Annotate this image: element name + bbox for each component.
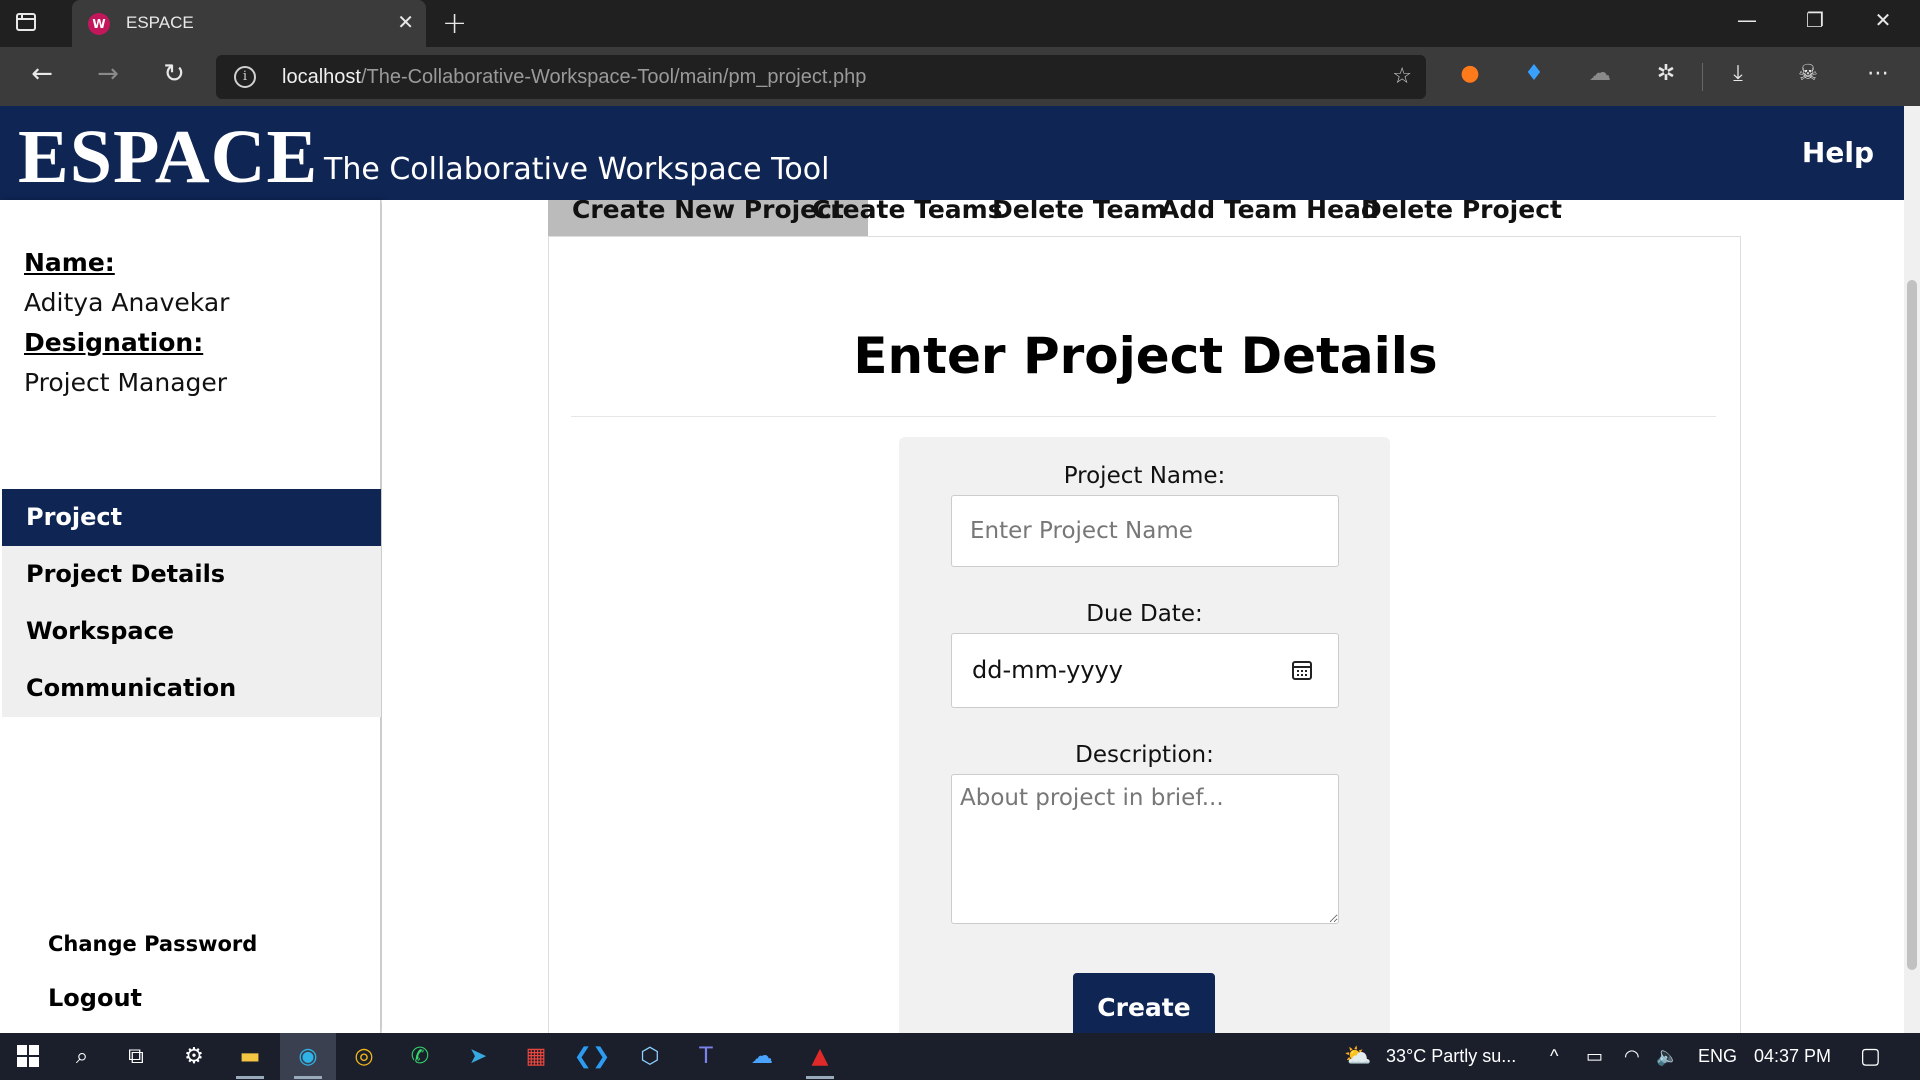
windows-start-icon[interactable]: [0, 1033, 56, 1080]
brand-logo[interactable]: ESPACE: [18, 114, 318, 201]
page-scrollbar[interactable]: [1904, 106, 1920, 1033]
name-label: Name:: [24, 248, 115, 277]
extensions-icon[interactable]: ✲: [1650, 61, 1682, 86]
tray-overflow-icon[interactable]: ^: [1550, 1046, 1558, 1067]
toolbar-separator: [1702, 63, 1703, 91]
project-form: Project Name: Due Date: dd-mm-yyyy Descr…: [899, 437, 1390, 1033]
duckduckgo-extension-icon[interactable]: ●: [1454, 61, 1486, 86]
back-icon[interactable]: ←: [22, 59, 62, 89]
pdf-reader-icon[interactable]: ▲: [792, 1033, 848, 1080]
change-password-link[interactable]: Change Password: [48, 932, 257, 956]
downloads-icon[interactable]: ⤓: [1722, 61, 1754, 86]
sidebar: Name: Aditya Anavekar Designation: Proje…: [0, 200, 381, 1033]
settings-gear-icon[interactable]: ⚙: [166, 1033, 222, 1080]
heading-divider: [571, 416, 1716, 417]
url-path: /The-Collaborative-Workspace-Tool/main/p…: [360, 66, 867, 88]
browser-tabstrip: W ESPACE ✕ + — ❐ ✕: [0, 0, 1920, 47]
new-tab-icon[interactable]: +: [442, 6, 467, 41]
calendar-icon[interactable]: [1290, 658, 1314, 682]
tab-actions-icon[interactable]: [14, 10, 54, 38]
tab-title: ESPACE: [126, 13, 194, 32]
url-host: localhost: [282, 66, 361, 88]
teams-icon[interactable]: T: [678, 1033, 734, 1080]
browser-tab[interactable]: W ESPACE ✕: [72, 0, 426, 47]
reload-icon[interactable]: ↻: [154, 59, 194, 89]
minimize-icon[interactable]: —: [1724, 8, 1770, 32]
window-close-icon[interactable]: ✕: [1860, 8, 1906, 32]
edge-browser-icon[interactable]: ◉: [280, 1033, 336, 1080]
file-explorer-icon[interactable]: ▬: [222, 1033, 278, 1080]
due-date-input[interactable]: dd-mm-yyyy: [951, 633, 1339, 708]
url-text[interactable]: localhost/The-Collaborative-Workspace-To…: [282, 66, 866, 89]
battery-icon[interactable]: ▭: [1586, 1046, 1603, 1067]
weather-icon[interactable]: ⛅: [1330, 1033, 1386, 1080]
add-favorite-icon[interactable]: ☆: [1392, 64, 1412, 89]
sidebar-item-communication[interactable]: Communication: [2, 660, 381, 717]
address-bar[interactable]: i localhost/The-Collaborative-Workspace-…: [216, 55, 1426, 99]
cloud-app-icon[interactable]: ☁: [734, 1033, 790, 1080]
tab-favicon-icon: W: [88, 13, 110, 35]
create-button[interactable]: Create: [1073, 973, 1215, 1033]
whatsapp-icon[interactable]: ✆: [392, 1033, 448, 1080]
task-view-icon[interactable]: ⧉: [108, 1033, 164, 1080]
search-icon[interactable]: ⌕: [54, 1033, 110, 1080]
weather-text[interactable]: 33°C Partly su...: [1386, 1046, 1516, 1067]
notifications-icon[interactable]: ▢: [1860, 1043, 1881, 1069]
store-icon[interactable]: ▦: [508, 1033, 564, 1080]
vscode-icon[interactable]: ❮❯: [564, 1033, 620, 1080]
logout-link[interactable]: Logout: [48, 984, 142, 1012]
sidebar-item-project[interactable]: Project: [2, 489, 381, 546]
designation-value: Project Manager: [24, 368, 228, 397]
page-title: Enter Project Details: [853, 327, 1438, 385]
scrollbar-thumb[interactable]: [1907, 280, 1917, 970]
app-header: ESPACE The Collaborative Workspace Tool …: [0, 106, 1904, 200]
tab-close-icon[interactable]: ✕: [397, 10, 414, 34]
project-panel: Enter Project Details Project Name: Due …: [548, 236, 1741, 1033]
restore-icon[interactable]: ❐: [1792, 8, 1838, 32]
volume-icon[interactable]: 🔈: [1656, 1046, 1678, 1067]
brand-tagline: The Collaborative Workspace Tool: [324, 152, 830, 187]
name-value: Aditya Anavekar: [24, 288, 230, 317]
wifi-icon[interactable]: ◠: [1624, 1046, 1640, 1067]
browser-toolbar: ← → ↻ i localhost/The-Collaborative-Work…: [0, 47, 1920, 106]
taskbar: ⌕ ⧉ ⚙ ▬ ◉ ◎ ✆ ➤ ▦ ❮❯ ⬡ T ☁ ▲ ⛅ 33°C Part…: [0, 1033, 1920, 1080]
help-link[interactable]: Help: [1802, 136, 1874, 169]
language-indicator[interactable]: ENG: [1698, 1046, 1737, 1067]
cloud-extension-icon[interactable]: ☁: [1584, 61, 1616, 86]
due-date-label: Due Date:: [1086, 601, 1203, 627]
main-content: Enter Project Details Project Name: Due …: [382, 200, 1904, 1033]
virtualbox-icon[interactable]: ⬡: [622, 1033, 678, 1080]
designation-label: Designation:: [24, 328, 204, 357]
profile-avatar-icon[interactable]: ☠: [1792, 61, 1824, 86]
description-textarea[interactable]: [951, 774, 1339, 924]
project-name-input[interactable]: [951, 495, 1339, 567]
sidebar-item-project-details[interactable]: Project Details: [2, 546, 381, 603]
more-menu-icon[interactable]: ⋯: [1862, 61, 1894, 86]
description-label: Description:: [1075, 742, 1214, 768]
sidebar-item-workspace[interactable]: Workspace: [2, 603, 381, 660]
tab-delete-project[interactable]: Delete Project: [1337, 200, 1586, 236]
shield-extension-icon[interactable]: ♦: [1518, 61, 1550, 86]
forward-icon[interactable]: →: [88, 59, 128, 89]
due-date-placeholder: dd-mm-yyyy: [972, 656, 1123, 684]
project-name-label: Project Name:: [1063, 463, 1226, 489]
clock[interactable]: 04:37 PM: [1754, 1046, 1831, 1067]
sidebar-menu: Project Project Details Workspace Commun…: [2, 489, 381, 717]
site-info-icon[interactable]: i: [234, 66, 256, 88]
chrome-icon[interactable]: ◎: [336, 1033, 392, 1080]
telegram-icon[interactable]: ➤: [450, 1033, 506, 1080]
